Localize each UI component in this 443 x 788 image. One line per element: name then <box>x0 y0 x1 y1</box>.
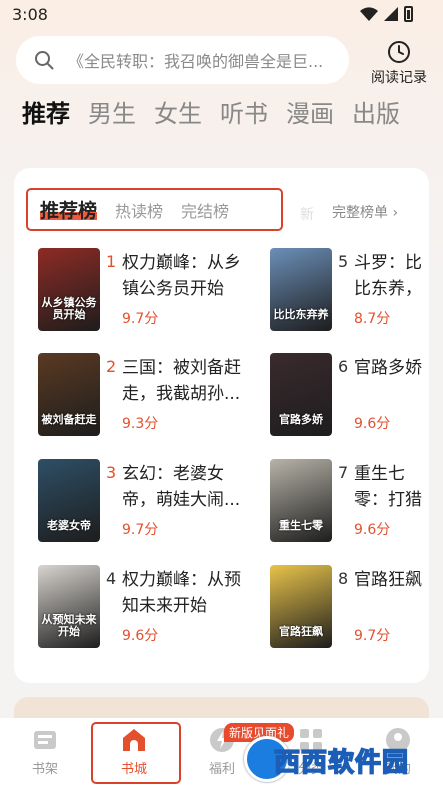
ranking-tab-hot[interactable]: 热读榜 <box>115 198 163 222</box>
book-score: 9.7分 <box>122 522 159 538</box>
battery-icon <box>404 6 413 22</box>
book-score: 9.6分 <box>354 416 391 432</box>
book-cover[interactable]: 官路狂飙 <box>270 565 332 648</box>
ranking-card: 推荐榜 热读榜 完结榜 新 完整榜单 › 从乡镇公务员开始 1 权力巅峰：从乡镇公务… <box>14 168 429 683</box>
watermark-text: 西西软件园 <box>273 747 410 779</box>
nav-highlight-box <box>91 722 181 784</box>
search-bar[interactable]: 《全民转职：我召唤的御兽全是巨... <box>16 36 349 84</box>
book-score: 9.3分 <box>122 416 159 432</box>
full-list-button[interactable]: 完整榜单 › <box>332 202 398 222</box>
book-title[interactable]: 权力巅峰：从乡镇公务员开始 <box>122 250 252 302</box>
ranking-tab-finished[interactable]: 完结榜 <box>181 198 229 222</box>
book-cover[interactable]: 被刘备赶走 <box>38 353 100 436</box>
book-title[interactable]: 权力巅峰：从预知未来开始 <box>122 567 252 619</box>
book-rank: 3 <box>106 463 117 482</box>
book-cover-title: 比比东弃养 <box>273 307 329 321</box>
reading-history-label: 阅读记录 <box>371 70 427 86</box>
chevron-right-icon: › <box>392 205 399 221</box>
book-item[interactable]: 从乡镇公务员开始 1 权力巅峰：从乡镇公务员开始 9.7分 <box>38 248 241 348</box>
book-item[interactable]: 被刘备赶走 2 三国：被刘备赶走，我截胡孙... 9.3分 <box>38 353 241 453</box>
status-icons <box>360 6 413 22</box>
book-item[interactable]: 老婆女帝 3 玄幻：老婆女帝，萌娃大闹... 9.7分 <box>38 459 240 559</box>
book-item[interactable]: 官路多娇 6 官路多娇 9.6分 <box>270 353 429 453</box>
book-title[interactable]: 斗罗：比比东养，雪帝 <box>354 250 429 302</box>
full-list-label: 完整榜单 <box>332 205 388 221</box>
book-score: 9.6分 <box>122 628 159 644</box>
ranking-tab-active-wrap: 推荐榜 <box>28 196 97 223</box>
book-rank: 5 <box>338 252 349 271</box>
book-cover[interactable]: 官路多娇 <box>270 353 332 436</box>
book-item[interactable]: 官路狂飙 8 官路狂飙 9.7分 <box>270 565 429 665</box>
book-rank: 1 <box>106 252 117 271</box>
signal-icon <box>384 7 398 21</box>
search-icon <box>35 51 54 70</box>
book-title[interactable]: 玄幻：老婆女帝，萌娃大闹... <box>122 461 252 513</box>
book-item[interactable]: 重生七零 7 重生七零：打猎养家 9.6分 <box>270 459 429 559</box>
book-rank: 7 <box>338 463 349 482</box>
book-cover-title: 官路狂飙 <box>279 624 323 638</box>
search-placeholder: 《全民转职：我召唤的御兽全是巨... <box>68 52 324 71</box>
book-item[interactable]: 从预知未来开始 4 权力巅峰：从预知未来开始 9.6分 <box>38 565 241 665</box>
book-cover[interactable]: 从预知未来开始 <box>38 565 100 648</box>
nav-welfare-label: 福利 <box>208 762 235 777</box>
site-watermark: 西西软件园 <box>244 736 434 782</box>
book-rank: 2 <box>106 357 117 376</box>
tab-published[interactable]: 出版 <box>352 94 400 129</box>
category-tabs: 推荐 男生 女生 听书 漫画 出版 <box>22 94 400 129</box>
bookshelf-icon <box>34 731 56 749</box>
book-score: 9.6分 <box>354 522 391 538</box>
book-cover-title: 重生七零 <box>279 518 323 532</box>
reading-history-button[interactable]: 阅读记录 <box>362 38 436 86</box>
tab-female[interactable]: 女生 <box>154 94 202 129</box>
book-rank: 6 <box>338 357 349 376</box>
ranking-tab-overflow: 新 <box>300 207 314 223</box>
book-cover[interactable]: 比比东弃养 <box>270 248 332 331</box>
nav-bookshelf-label: 书架 <box>31 762 58 777</box>
book-cover-title: 老婆女帝 <box>47 518 91 532</box>
status-bar: 3:08 <box>0 0 443 32</box>
book-rank: 4 <box>106 569 117 588</box>
book-cover-title: 从乡镇公务员开始 <box>41 295 97 321</box>
nav-bookshelf[interactable]: 书架 <box>15 726 75 777</box>
book-cover-title: 官路多娇 <box>279 412 323 426</box>
book-cover-title: 被刘备赶走 <box>41 412 97 426</box>
book-title[interactable]: 官路多娇 <box>354 355 429 407</box>
tab-recommend[interactable]: 推荐 <box>22 94 70 129</box>
ranking-tab-recommend[interactable]: 推荐榜 <box>40 200 97 222</box>
tab-male[interactable]: 男生 <box>88 94 136 129</box>
book-cover[interactable]: 从乡镇公务员开始 <box>38 248 100 331</box>
ranking-tabs: 推荐榜 热读榜 完结榜 <box>26 188 283 231</box>
book-title[interactable]: 三国：被刘备赶走，我截胡孙... <box>122 355 252 407</box>
tab-comic[interactable]: 漫画 <box>286 94 334 129</box>
clock-icon <box>388 41 410 63</box>
tab-audiobook[interactable]: 听书 <box>220 94 268 129</box>
status-time: 3:08 <box>12 5 48 24</box>
wifi-icon <box>360 7 378 21</box>
book-score: 8.7分 <box>354 311 391 327</box>
book-cover[interactable]: 老婆女帝 <box>38 459 100 542</box>
book-title[interactable]: 重生七零：打猎养家 <box>354 461 429 513</box>
book-score: 9.7分 <box>122 311 159 327</box>
book-cover[interactable]: 重生七零 <box>270 459 332 542</box>
book-item[interactable]: 比比东弃养 5 斗罗：比比东养，雪帝 8.7分 <box>270 248 429 348</box>
book-rank: 8 <box>338 569 349 588</box>
book-score: 9.7分 <box>354 628 391 644</box>
book-title[interactable]: 官路狂飙 <box>354 567 429 619</box>
book-cover-title: 从预知未来开始 <box>41 612 97 638</box>
